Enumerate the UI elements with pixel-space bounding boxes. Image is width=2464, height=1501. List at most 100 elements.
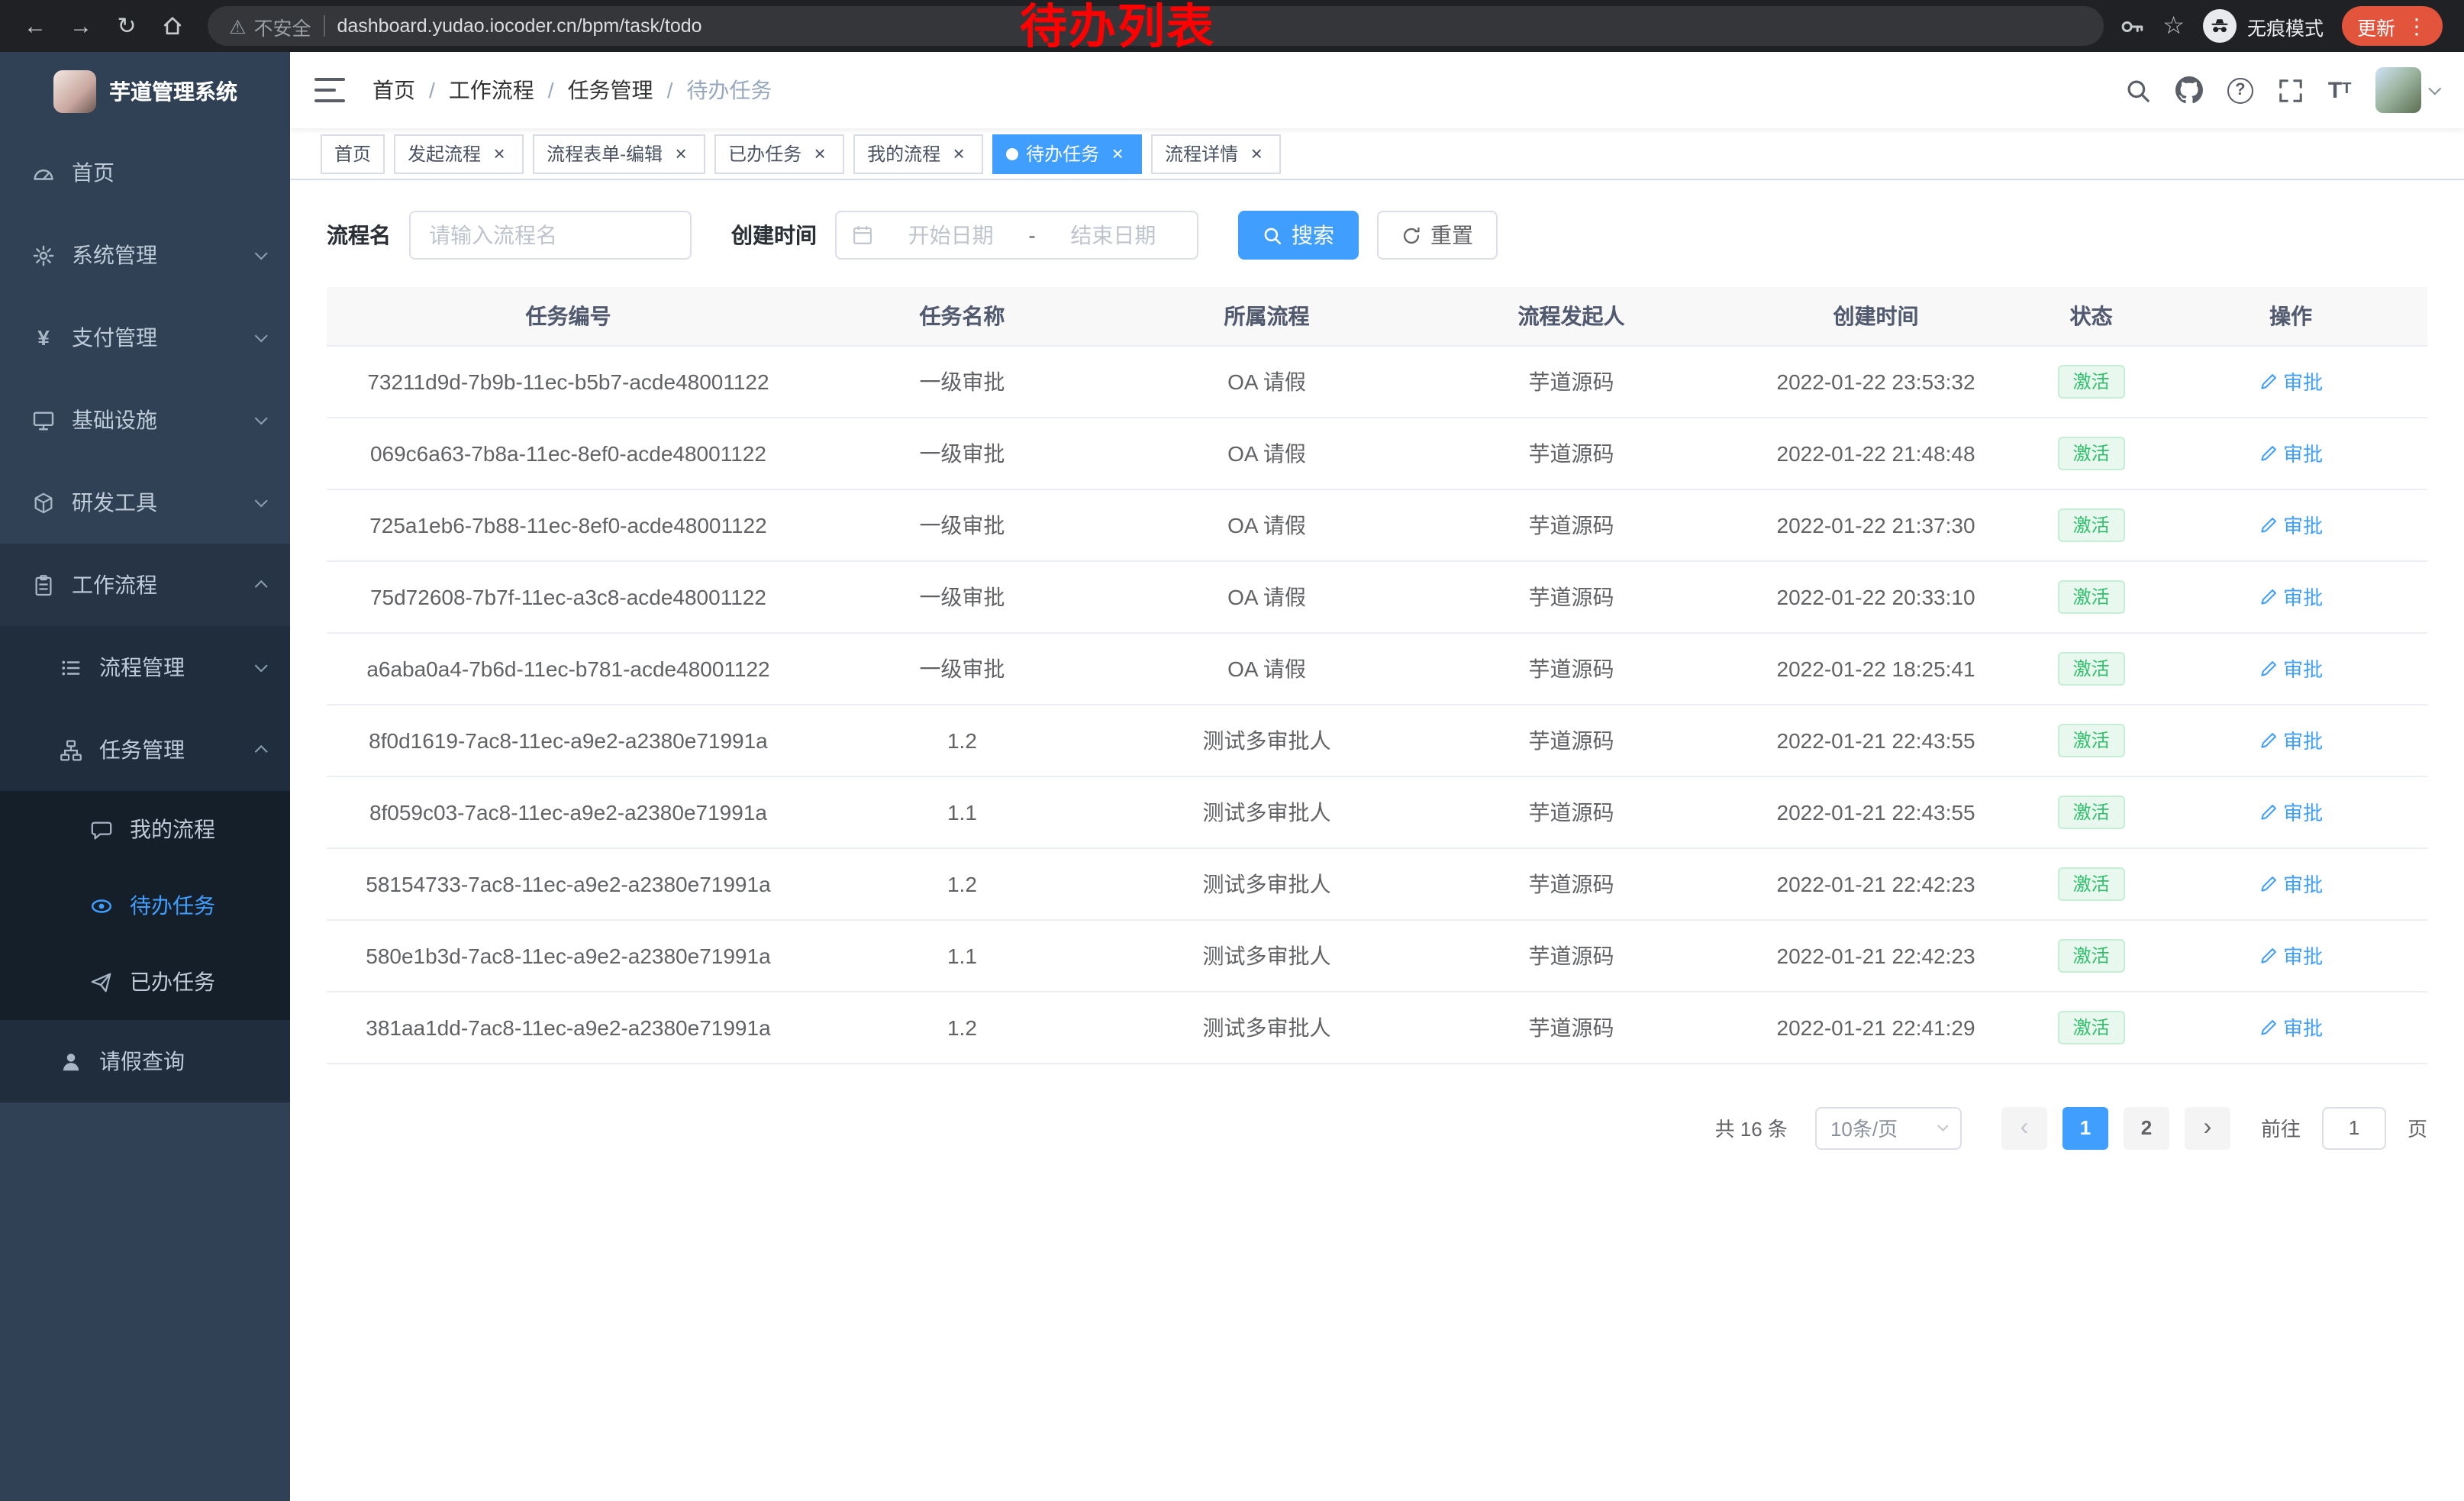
table-row[interactable]: 75d72608-7b7f-11ec-a3c8-acde48001122 一级审…	[327, 560, 2427, 632]
start-date-placeholder[interactable]: 开始日期	[882, 220, 1019, 250]
chevron-down-icon	[2429, 82, 2441, 94]
reset-button[interactable]: 重置	[1377, 211, 1498, 260]
omnibox-divider	[323, 15, 324, 37]
sidebar-item-devtools[interactable]: 研发工具	[0, 461, 290, 544]
search-button[interactable]: 搜索	[1238, 211, 1359, 260]
sidebar-item-home[interactable]: 首页	[0, 131, 290, 214]
cell-process: 测试多审批人	[1114, 991, 1419, 1063]
sidebar-item-process-management[interactable]: 流程管理	[0, 626, 290, 709]
reload-icon[interactable]: ↻	[107, 6, 147, 46]
process-name-input[interactable]	[411, 212, 690, 258]
sidebar-item-done-tasks[interactable]: 已办任务	[0, 944, 290, 1020]
end-date-placeholder[interactable]: 结束日期	[1045, 220, 1182, 250]
tab-close-icon[interactable]: ×	[948, 143, 969, 164]
font-size-icon[interactable]: TT	[2328, 79, 2352, 102]
table-row[interactable]: a6aba0a4-7b6d-11ec-b781-acde48001122 一级审…	[327, 632, 2427, 704]
table-row[interactable]: 73211d9d-7b9b-11ec-b5b7-acde48001122 一级审…	[327, 345, 2427, 417]
sidebar-item-task-management[interactable]: 任务管理	[0, 709, 290, 791]
cell-created: 2022-01-22 21:37:30	[1724, 489, 2028, 560]
approve-link-label: 审批	[2283, 725, 2323, 754]
approve-link[interactable]: 审批	[2259, 1012, 2323, 1041]
tab-4[interactable]: 我的流程×	[853, 134, 983, 173]
approve-link[interactable]: 审批	[2259, 582, 2323, 611]
browser-menu-icon[interactable]: ⋮	[2406, 15, 2427, 37]
next-page-button[interactable]: ›	[2185, 1106, 2230, 1149]
help-icon[interactable]: ?	[2227, 77, 2253, 103]
process-list-icon	[58, 656, 84, 679]
column-header-created: 创建时间	[1724, 287, 2028, 345]
avatar[interactable]	[2375, 67, 2421, 113]
sidebar-item-workflow[interactable]: 工作流程	[0, 544, 290, 626]
sidebar-collapse-icon[interactable]	[314, 78, 345, 102]
page-size-select[interactable]: 10条/页	[1815, 1106, 1962, 1149]
table-row[interactable]: 580e1b3d-7ac8-11ec-a9e2-a2380e71991a 1.1…	[327, 919, 2427, 991]
home-icon[interactable]	[153, 6, 192, 46]
tab-6[interactable]: 流程详情×	[1151, 134, 1281, 173]
tab-close-icon[interactable]: ×	[809, 143, 830, 164]
breadcrumb-item-workflow[interactable]: 工作流程	[449, 75, 534, 105]
page-button-1[interactable]: 1	[2062, 1106, 2108, 1149]
page-button-2[interactable]: 2	[2124, 1106, 2169, 1149]
fullscreen-icon[interactable]	[2278, 77, 2304, 103]
chevron-down-icon	[254, 247, 268, 260]
sidebar-item-my-process[interactable]: 我的流程	[0, 791, 290, 867]
approve-link[interactable]: 审批	[2259, 869, 2323, 898]
url-text[interactable]: dashboard.yudao.iocoder.cn/bpm/task/todo	[337, 15, 701, 37]
approve-link[interactable]: 审批	[2259, 510, 2323, 539]
sidebar-item-label: 研发工具	[72, 487, 256, 518]
table-row[interactable]: 381aa1dd-7ac8-11ec-a9e2-a2380e71991a 1.2…	[327, 991, 2427, 1063]
table-row[interactable]: 725a1eb6-7b88-11ec-8ef0-acde48001122 一级审…	[327, 489, 2427, 560]
approve-link[interactable]: 审批	[2259, 366, 2323, 395]
search-icon[interactable]	[2125, 77, 2151, 103]
approve-link[interactable]: 审批	[2259, 725, 2323, 754]
tab-close-icon[interactable]: ×	[670, 143, 692, 164]
tab-0[interactable]: 首页	[321, 134, 385, 173]
table-row[interactable]: 8f059c03-7ac8-11ec-a9e2-a2380e71991a 1.1…	[327, 776, 2427, 847]
cell-status: 激活	[2028, 991, 2154, 1063]
security-indicator[interactable]: ⚠ 不安全	[229, 11, 311, 40]
tab-3[interactable]: 已办任务×	[714, 134, 844, 173]
tab-5[interactable]: 待办任务×	[992, 134, 1142, 173]
eye-icon	[89, 894, 114, 917]
table-row[interactable]: 58154733-7ac8-11ec-a9e2-a2380e71991a 1.2…	[327, 847, 2427, 919]
bookmark-star-icon[interactable]: ☆	[2162, 11, 2185, 41]
payment-icon: ¥	[31, 325, 56, 350]
github-icon[interactable]	[2175, 76, 2203, 104]
forward-icon[interactable]: →	[61, 6, 101, 46]
tab-close-icon[interactable]: ×	[1107, 143, 1128, 164]
prev-page-button[interactable]: ‹	[2001, 1106, 2047, 1149]
tab-1[interactable]: 发起流程×	[394, 134, 524, 173]
cell-status: 激活	[2028, 417, 2154, 489]
sidebar-item-payment[interactable]: ¥ 支付管理	[0, 296, 290, 379]
tab-close-icon[interactable]: ×	[1246, 143, 1267, 164]
breadcrumb: 首页 / 工作流程 / 任务管理 / 待办任务	[373, 75, 772, 105]
breadcrumb-item-home[interactable]: 首页	[373, 75, 415, 105]
user-menu[interactable]	[2375, 67, 2440, 113]
goto-page-input[interactable]	[2322, 1106, 2386, 1149]
tab-close-icon[interactable]: ×	[489, 143, 510, 164]
approve-link[interactable]: 审批	[2259, 654, 2323, 683]
devtools-icon	[31, 491, 56, 514]
table-row[interactable]: 8f0d1619-7ac8-11ec-a9e2-a2380e71991a 1.2…	[327, 704, 2427, 776]
table-row[interactable]: 069c6a63-7b8a-11ec-8ef0-acde48001122 一级审…	[327, 417, 2427, 489]
approve-link[interactable]: 审批	[2259, 941, 2323, 970]
back-icon[interactable]: ←	[15, 6, 55, 46]
status-badge: 激活	[2058, 651, 2125, 685]
sidebar-item-system[interactable]: 系统管理	[0, 214, 290, 296]
key-icon[interactable]	[2118, 13, 2144, 39]
breadcrumb-item-task-management[interactable]: 任务管理	[568, 75, 653, 105]
sidebar-item-todo-tasks[interactable]: 待办任务	[0, 867, 290, 944]
cell-status: 激活	[2028, 847, 2154, 919]
app-logo-row[interactable]: 芋道管理系统	[0, 52, 290, 131]
sidebar-item-infrastructure[interactable]: 基础设施	[0, 379, 290, 461]
tab-2[interactable]: 流程表单-编辑×	[533, 134, 705, 173]
approve-link[interactable]: 审批	[2259, 797, 2323, 826]
app-shell: 芋道管理系统 首页 系统管理 ¥ 支付管理	[0, 52, 2464, 1501]
date-range-picker[interactable]: 开始日期 - 结束日期	[835, 211, 1198, 260]
sidebar-item-leave-query[interactable]: 请假查询	[0, 1020, 290, 1102]
breadcrumb-separator: /	[548, 78, 554, 102]
cell-initiator: 芋道源码	[1419, 489, 1724, 560]
sidebar-item-label: 任务管理	[99, 734, 256, 765]
update-button[interactable]: 更新 ⋮	[2342, 6, 2443, 46]
approve-link[interactable]: 审批	[2259, 438, 2323, 467]
